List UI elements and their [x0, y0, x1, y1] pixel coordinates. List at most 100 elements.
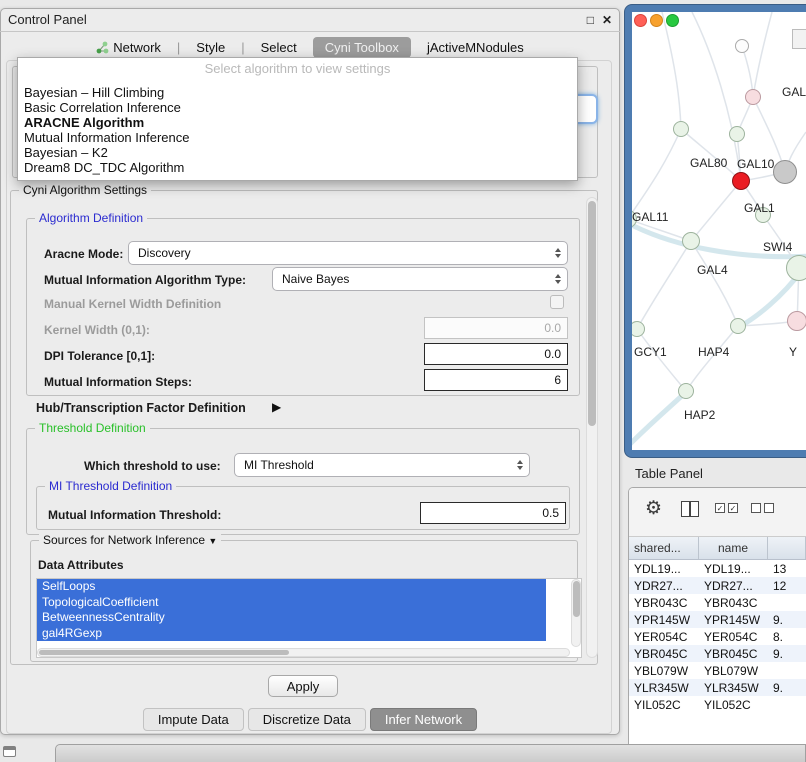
- attribute-item-selected[interactable]: TopologicalCoefficient: [37, 595, 546, 611]
- algorithm-option-selected[interactable]: ARACNE Algorithm: [18, 115, 577, 130]
- cutoff-widget: [792, 29, 806, 49]
- zoom-window-button[interactable]: [666, 14, 679, 27]
- settings-scrollbar-thumb[interactable]: [588, 201, 596, 426]
- apply-button[interactable]: Apply: [268, 675, 338, 697]
- dpi-tolerance-field[interactable]: 0.0: [424, 343, 568, 365]
- threshold-definition-title: Threshold Definition: [35, 421, 150, 435]
- table-row[interactable]: YDL19...YDL19...13: [629, 560, 806, 577]
- manual-kernel-width-label: Manual Kernel Width Definition: [44, 297, 221, 311]
- table-row[interactable]: YBL079WYBL079W: [629, 662, 806, 679]
- algorithm-option[interactable]: Mutual Information Inference: [18, 130, 577, 145]
- hub-section-label[interactable]: Hub/Transcription Factor Definition: [36, 401, 246, 415]
- node-label: GAL1: [744, 201, 775, 215]
- column-header[interactable]: shared...: [629, 537, 699, 559]
- tab-select[interactable]: Select: [255, 37, 303, 58]
- algorithm-option[interactable]: Bayesian – K2: [18, 145, 577, 160]
- close-window-button[interactable]: [634, 14, 647, 27]
- attribute-item-selected[interactable]: SelfLoops: [37, 579, 546, 595]
- combo-arrows-icon: [555, 248, 561, 258]
- data-attributes-list[interactable]: SelfLoops TopologicalCoefficient Between…: [36, 578, 582, 658]
- table-row[interactable]: YIL052CYIL052C: [629, 696, 806, 713]
- network-node[interactable]: [682, 232, 700, 250]
- control-panel-titlebar[interactable]: Control Panel □ ✕: [0, 8, 620, 32]
- column-header[interactable]: [768, 537, 806, 559]
- which-threshold-combobox[interactable]: MI Threshold: [234, 453, 530, 477]
- table-row[interactable]: YLR345WYLR345W9.: [629, 679, 806, 696]
- tab-infer-network[interactable]: Infer Network: [370, 708, 477, 731]
- algorithm-option[interactable]: Bayesian – Hill Climbing: [18, 85, 577, 100]
- mi-algorithm-type-combobox[interactable]: Naive Bayes: [272, 267, 568, 291]
- node-label: GCY1: [634, 345, 667, 359]
- panel-window-icon[interactable]: [3, 746, 16, 757]
- manual-kernel-width-checkbox[interactable]: [550, 295, 564, 309]
- network-node[interactable]: [735, 39, 749, 53]
- aracne-mode-label: Aracne Mode:: [44, 247, 123, 261]
- attribute-item-selected[interactable]: BetweennessCentrality: [37, 610, 546, 626]
- table-row[interactable]: YDR27...YDR27...12: [629, 577, 806, 594]
- window-title: Control Panel: [8, 12, 87, 27]
- algorithm-dropdown-popup: Select algorithm to view settings Bayesi…: [17, 57, 578, 181]
- tab-impute-data[interactable]: Impute Data: [143, 708, 244, 731]
- tab-jactivemodules[interactable]: jActiveMNodules: [421, 37, 530, 58]
- network-node[interactable]: [773, 160, 797, 184]
- algorithm-option[interactable]: Basic Correlation Inference: [18, 100, 577, 115]
- network-node[interactable]: [673, 121, 689, 137]
- data-attributes-label: Data Attributes: [38, 558, 124, 572]
- which-threshold-label: Which threshold to use:: [84, 459, 221, 473]
- settings-group-title: Cyni Algorithm Settings: [19, 183, 151, 197]
- column-header[interactable]: name: [699, 537, 768, 559]
- table-body: YDL19...YDL19...13 YDR27...YDR27...12 YB…: [629, 560, 806, 713]
- hide-columns-icon[interactable]: [751, 503, 774, 513]
- mi-algorithm-type-label: Mutual Information Algorithm Type:: [44, 273, 246, 287]
- tab-style[interactable]: Style: [190, 37, 231, 58]
- network-node-selected[interactable]: [732, 172, 750, 190]
- node-label: GAL8: [782, 85, 806, 99]
- tab-separator: |: [241, 40, 244, 55]
- network-node[interactable]: [730, 318, 746, 334]
- dropdown-placeholder: Select algorithm to view settings: [18, 61, 577, 77]
- network-node[interactable]: [745, 89, 761, 105]
- network-node[interactable]: [729, 126, 745, 142]
- list-hscrollbar-thumb[interactable]: [39, 650, 289, 655]
- kernel-width-label: Kernel Width (0,1):: [44, 323, 150, 337]
- columns-icon[interactable]: [681, 501, 699, 517]
- node-label: HAP4: [698, 345, 729, 359]
- hub-expand-arrow-icon[interactable]: ▶: [272, 400, 281, 414]
- table-row[interactable]: YBR043CYBR043C: [629, 594, 806, 611]
- close-icon[interactable]: ✕: [602, 13, 612, 27]
- network-edges: [632, 12, 806, 448]
- kernel-width-field[interactable]: 0.0: [424, 317, 568, 339]
- mi-threshold-label: Mutual Information Threshold:: [48, 508, 221, 522]
- network-node[interactable]: [678, 383, 694, 399]
- algorithm-definition-title: Algorithm Definition: [35, 211, 147, 225]
- tab-network[interactable]: Network: [90, 37, 167, 58]
- mi-threshold-field[interactable]: 0.5: [420, 502, 566, 524]
- float-window-icon[interactable]: □: [587, 13, 594, 27]
- sources-group-title[interactable]: Sources for Network Inference ▼: [39, 533, 221, 547]
- table-row[interactable]: YER054CYER054C8.: [629, 628, 806, 645]
- attribute-item-selected[interactable]: gal4RGexp: [37, 626, 546, 642]
- node-label: GAL4: [697, 263, 728, 277]
- network-node[interactable]: [786, 255, 806, 281]
- mi-steps-field[interactable]: 6: [424, 369, 568, 391]
- table-row[interactable]: YPR145WYPR145W9.: [629, 611, 806, 628]
- combo-arrows-icon: [517, 460, 523, 470]
- sources-collapse-arrow-icon[interactable]: ▼: [208, 536, 217, 546]
- algorithm-option[interactable]: Dream8 DC_TDC Algorithm: [18, 160, 577, 175]
- tab-discretize-data[interactable]: Discretize Data: [248, 708, 366, 731]
- table-row[interactable]: YBR045CYBR045C9.: [629, 645, 806, 662]
- aracne-mode-combobox[interactable]: Discovery: [128, 241, 568, 265]
- node-label: HAP2: [684, 408, 715, 422]
- dpi-tolerance-label: DPI Tolerance [0,1]:: [44, 349, 155, 363]
- screen: Control Panel □ ✕ Network | Style | Sele…: [0, 0, 806, 762]
- show-columns-icon[interactable]: ✓ ✓: [715, 503, 738, 513]
- gear-icon[interactable]: ⚙: [645, 497, 662, 520]
- tab-cyni-toolbox[interactable]: Cyni Toolbox: [313, 37, 411, 58]
- network-canvas[interactable]: GAL8 GAL80 GAL10 GAL11 GAL1 SWI4 GAL4 GC…: [632, 12, 806, 448]
- minimize-window-button[interactable]: [650, 14, 663, 27]
- list-vscrollbar-thumb[interactable]: [573, 581, 580, 617]
- table-header: shared... name: [629, 537, 806, 560]
- network-tab-icon: [96, 41, 109, 54]
- network-node[interactable]: [787, 311, 806, 331]
- node-label: GAL10: [737, 157, 774, 171]
